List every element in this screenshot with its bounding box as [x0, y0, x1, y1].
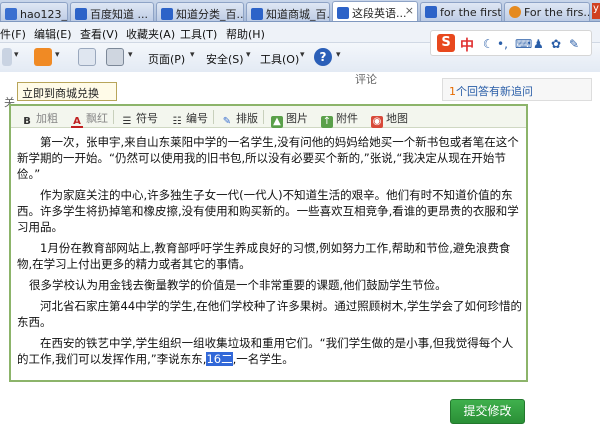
image-label: 图片: [286, 112, 308, 125]
tab-label: hao123_上...: [20, 8, 67, 21]
red-text-label: 飘红: [86, 112, 108, 125]
punctuation-icon[interactable]: •,: [497, 37, 508, 51]
answer-count-notice[interactable]: 1个回答有新追问: [442, 78, 592, 101]
tab-label: 知道商城_百...: [266, 8, 330, 21]
chevron-down-icon[interactable]: ▾: [190, 50, 195, 60]
layout-button[interactable]: ✎ 排版: [221, 110, 258, 128]
baidu-paw-icon: [251, 8, 263, 20]
editor-text-run: ,一名学生。: [232, 352, 294, 366]
toolbar-divider: [263, 110, 264, 124]
tools-menu-button[interactable]: 工具(O): [260, 51, 299, 67]
map-label: 地图: [386, 112, 408, 125]
editor-paragraph: 第一次，张申宇,来自山东莱阳中学的一名学生,没有问他的妈妈给她买一个新书包或者笔…: [17, 135, 519, 181]
numbered-list-button[interactable]: ☷ 编号: [171, 110, 208, 128]
chevron-down-icon[interactable]: ▾: [336, 50, 341, 60]
editor-text-area[interactable]: 第一次，张申宇,来自山东莱阳中学的一名学生,没有问他的妈妈给她买一个新书包或者笔…: [17, 134, 522, 372]
editor-paragraph: 很多学校认为用金钱去衡量教学的价值是一个非常重要的课题,他们鼓励学生节俭。: [29, 278, 447, 292]
answer-count-number: 1: [449, 85, 456, 98]
read-mail-icon[interactable]: [78, 48, 96, 66]
chevron-down-icon[interactable]: ▾: [14, 50, 19, 60]
red-text-button[interactable]: A 飘红: [71, 110, 108, 128]
print-icon[interactable]: [106, 48, 124, 66]
safety-menu-button[interactable]: 安全(S): [206, 51, 244, 67]
baidu-paw-icon: [425, 6, 437, 18]
help-icon[interactable]: ?: [314, 48, 332, 66]
editor-paragraph: 在西安的铁艺中学,学生组织一组收集垃圾和重用它们。“我们学生做的是小事,但我觉得…: [17, 335, 522, 367]
sogou-ime-toolbar: S 中 ☾ •, ⌨ ♟ ✿ ✎: [430, 30, 592, 56]
rss-feed-icon[interactable]: [34, 48, 52, 66]
browser-tab-bar: hao123_上... 百度知道 ... 知道分类_百... 知道商城_百...…: [0, 0, 600, 22]
attachment-button[interactable]: ↑ 附件: [321, 110, 358, 128]
answer-editor: B 加粗 A 飘红 ☰ 符号 ☷ 编号 ✎ 排版 ▲ 图片 ↑ 附件 ◉ 地图 第一次，张申宇,…: [9, 104, 528, 382]
editor-toolbar: B 加粗 A 飘红 ☰ 符号 ☷ 编号 ✎ 排版 ▲ 图片 ↑ 附件 ◉ 地图: [11, 106, 526, 128]
editor-paragraph: 作为家庭关注的中心,许多独生子女一代(一代人)不知道生活的艰辛。他们有时不知道价…: [17, 188, 519, 234]
text-color-icon: A: [71, 116, 83, 128]
bullet-list-label: 符号: [136, 112, 158, 125]
menu-file[interactable]: 件(F): [0, 26, 26, 42]
sogou-logo-icon[interactable]: S: [437, 34, 455, 52]
chevron-down-icon[interactable]: ▾: [55, 50, 60, 60]
chevron-down-icon[interactable]: ▾: [246, 50, 251, 60]
menu-view[interactable]: 查看(V): [80, 26, 118, 42]
bullet-list-icon: ☰: [122, 116, 132, 127]
baidu-paw-icon: [337, 7, 349, 19]
new-tab-icon[interactable]: y: [592, 3, 600, 19]
editor-paragraph: 1月份在教育部网站上,教育部呼吁学生养成良好的习惯,例如努力工作,帮助和节俭,避…: [17, 241, 511, 271]
wrench-icon[interactable]: ✎: [569, 37, 579, 51]
globe-favicon-icon: [509, 6, 521, 18]
user-icon[interactable]: ♟: [533, 37, 544, 51]
tab-for-the-first-1[interactable]: for the first...: [420, 2, 502, 21]
skin-icon[interactable]: ✿: [551, 37, 561, 51]
bullet-list-button[interactable]: ☰ 符号: [121, 110, 158, 128]
answer-count-text: 个回答有新追问: [456, 85, 533, 98]
numbered-list-icon: ☷: [172, 116, 182, 127]
bold-label: 加粗: [36, 112, 58, 125]
numbered-list-label: 编号: [186, 112, 208, 125]
attachment-label: 附件: [336, 112, 358, 125]
tab-label: 知道分类_百...: [176, 8, 244, 21]
editor-paragraph: 河北省石家庄第44中学的学生,在他们学校种了许多果树。通过照顾树木,学生学会了如…: [17, 299, 522, 329]
toolbar-divider: [113, 110, 114, 124]
comment-tab[interactable]: 评论: [355, 71, 377, 87]
tab-label: 百度知道 ...: [90, 8, 148, 21]
tab-label: for the first...: [440, 6, 502, 19]
baidu-paw-icon: [161, 8, 173, 20]
tab-hao123[interactable]: hao123_上...: [0, 2, 68, 21]
map-icon: ◉: [371, 116, 383, 128]
image-icon: ▲: [271, 116, 283, 128]
page-menu-button[interactable]: 页面(P): [148, 51, 185, 67]
tab-baidu-zhidao[interactable]: 百度知道 ...: [70, 2, 154, 21]
redeem-tooltip[interactable]: 立即到商城兑换: [17, 82, 117, 101]
chevron-down-icon[interactable]: ▾: [300, 50, 305, 60]
tab-close-icon[interactable]: ×: [405, 4, 414, 17]
bold-icon: B: [23, 116, 31, 127]
baidu-paw-icon: [75, 8, 87, 20]
home-icon[interactable]: [2, 48, 12, 66]
tab-active-question[interactable]: 这段英语... ×: [332, 1, 418, 21]
insert-image-button[interactable]: ▲ 图片: [271, 110, 308, 128]
tab-zhidao-category[interactable]: 知道分类_百...: [156, 2, 244, 21]
keyboard-icon[interactable]: ⌨: [515, 37, 532, 51]
map-button[interactable]: ◉ 地图: [371, 110, 408, 128]
layout-icon: ✎: [222, 116, 232, 127]
chinese-mode-toggle[interactable]: 中: [460, 35, 474, 55]
tab-for-the-first-2[interactable]: For the firs...: [504, 2, 590, 21]
attachment-icon: ↑: [321, 116, 333, 128]
selected-text[interactable]: 16二: [206, 352, 233, 366]
hao123-favicon-icon: [5, 8, 17, 20]
tab-label: 这段英语...: [352, 7, 407, 20]
tab-zhidao-mall[interactable]: 知道商城_百...: [246, 2, 330, 21]
menu-help[interactable]: 帮助(H): [226, 26, 265, 42]
tab-label: For the firs...: [524, 6, 590, 19]
bold-button[interactable]: B 加粗: [21, 110, 58, 128]
submit-edit-button[interactable]: 提交修改: [450, 399, 525, 424]
menu-favorites[interactable]: 收藏夹(A): [126, 26, 175, 42]
moon-icon[interactable]: ☾: [483, 37, 494, 51]
toolbar-divider: [213, 110, 214, 124]
menu-tools[interactable]: 工具(T): [180, 26, 217, 42]
menu-edit[interactable]: 编辑(E): [34, 26, 72, 42]
layout-label: 排版: [236, 112, 258, 125]
chevron-down-icon[interactable]: ▾: [128, 50, 133, 60]
